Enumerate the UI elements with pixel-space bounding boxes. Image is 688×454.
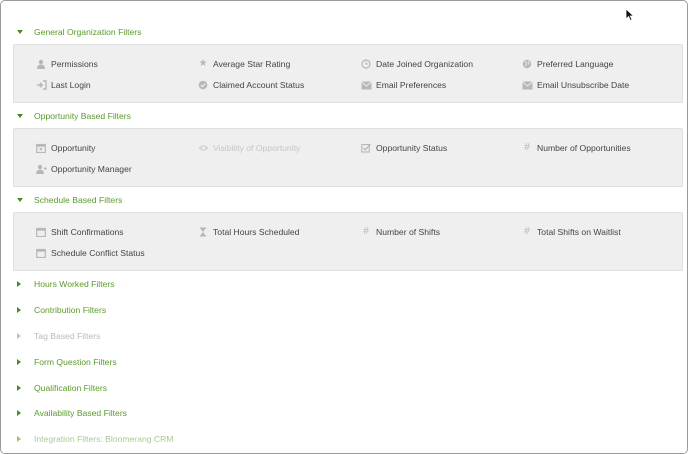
section-label: Availability Based Filters xyxy=(34,408,127,418)
filter-label: Average Star Rating xyxy=(213,59,291,69)
checkbox-icon xyxy=(359,141,373,155)
caret-right-icon xyxy=(17,410,21,416)
caret-right-icon xyxy=(17,436,21,442)
section-label: Opportunity Based Filters xyxy=(34,111,131,121)
filter-label: Permissions xyxy=(51,59,98,69)
section-label: Contribution Filters xyxy=(34,305,107,315)
schedule-based-panel: Shift Confirmations Total Hours Schedule… xyxy=(13,212,683,271)
calendar-icon xyxy=(34,225,48,239)
section-header-integration-bloomerang[interactable]: Integration Filters: Bloomerang CRM xyxy=(1,432,301,448)
calendar-icon xyxy=(34,141,48,155)
caret-right-icon xyxy=(17,385,21,391)
section-label: Hours Worked Filters xyxy=(34,279,115,289)
user-manager-icon xyxy=(34,162,48,176)
section-header-tag-based: Tag Based Filters xyxy=(1,329,301,345)
section-header-general-organization[interactable]: General Organization Filters xyxy=(1,25,301,41)
filter-date-joined-organization[interactable]: Date Joined Organization xyxy=(359,57,473,71)
filter-average-star-rating[interactable]: ★ Average Star Rating xyxy=(196,57,291,71)
filter-label: Total Hours Scheduled xyxy=(213,227,300,237)
envelope-icon xyxy=(520,78,534,92)
section-header-contribution[interactable]: Contribution Filters xyxy=(1,303,301,319)
hashtag-icon: # xyxy=(363,226,369,237)
section-header-availability-based[interactable]: Availability Based Filters xyxy=(1,406,301,422)
filter-opportunity-manager[interactable]: Opportunity Manager xyxy=(34,162,132,176)
filter-label: Shift Confirmations xyxy=(51,227,124,237)
caret-right-icon xyxy=(17,307,21,313)
envelope-icon xyxy=(359,78,373,92)
section-header-form-question[interactable]: Form Question Filters xyxy=(1,355,301,371)
filter-list-window: General Organization Filters Permissions… xyxy=(0,0,688,454)
filter-visibility-of-opportunity: Visibility of Opportunity xyxy=(196,141,300,155)
filter-shift-confirmations[interactable]: Shift Confirmations xyxy=(34,225,124,239)
filter-claimed-account-status[interactable]: Claimed Account Status xyxy=(196,78,304,92)
filter-label: Opportunity xyxy=(51,143,96,153)
star-icon: ★ xyxy=(198,58,208,69)
sign-in-icon xyxy=(34,78,48,92)
filter-total-shifts-on-waitlist[interactable]: # Total Shifts on Waitlist xyxy=(520,225,621,239)
section-label: Integration Filters: Bloomerang CRM xyxy=(34,434,174,444)
section-header-opportunity-based[interactable]: Opportunity Based Filters xyxy=(1,109,301,125)
hashtag-icon: # xyxy=(524,142,530,153)
person-icon xyxy=(34,57,48,71)
clock-icon xyxy=(359,57,373,71)
filter-last-login[interactable]: Last Login xyxy=(34,78,91,92)
filter-label: Preferred Language xyxy=(537,59,614,69)
caret-right-icon xyxy=(17,333,21,339)
section-label: Tag Based Filters xyxy=(34,331,101,341)
calendar-icon xyxy=(34,246,48,260)
filter-schedule-conflict-status[interactable]: Schedule Conflict Status xyxy=(34,246,145,260)
caret-down-icon xyxy=(17,30,23,34)
section-label: General Organization Filters xyxy=(34,27,142,37)
general-organization-panel: Permissions ★ Average Star Rating Date J… xyxy=(13,44,683,103)
filter-total-hours-scheduled[interactable]: Total Hours Scheduled xyxy=(196,225,299,239)
filter-label: Claimed Account Status xyxy=(213,80,305,90)
filter-number-of-opportunities[interactable]: # Number of Opportunities xyxy=(520,141,631,155)
opportunity-based-panel: Opportunity Visibility of Opportunity Op… xyxy=(13,128,683,187)
filter-label: Number of Opportunities xyxy=(537,143,631,153)
filter-permissions[interactable]: Permissions xyxy=(34,57,98,71)
filter-label: Schedule Conflict Status xyxy=(51,248,145,258)
eye-icon xyxy=(196,141,210,155)
hashtag-icon: # xyxy=(524,226,530,237)
filter-email-preferences[interactable]: Email Preferences xyxy=(359,78,446,92)
caret-right-icon xyxy=(17,281,21,287)
section-header-qualification[interactable]: Qualification Filters xyxy=(1,381,301,397)
caret-down-icon xyxy=(17,198,23,202)
filter-label: Date Joined Organization xyxy=(376,59,473,69)
filter-preferred-language[interactable]: Preferred Language xyxy=(520,57,613,71)
filter-label: Total Shifts on Waitlist xyxy=(537,227,621,237)
filter-opportunity-status[interactable]: Opportunity Status xyxy=(359,141,447,155)
caret-right-icon xyxy=(17,359,21,365)
section-label: Form Question Filters xyxy=(34,357,117,367)
filter-label: Visibility of Opportunity xyxy=(213,143,301,153)
filter-number-of-shifts[interactable]: # Number of Shifts xyxy=(359,225,440,239)
hourglass-icon xyxy=(196,225,210,239)
filter-label: Opportunity Manager xyxy=(51,164,132,174)
caret-down-icon xyxy=(17,114,23,118)
section-label: Schedule Based Filters xyxy=(34,195,123,205)
filter-label: Number of Shifts xyxy=(376,227,440,237)
filter-label: Opportunity Status xyxy=(376,143,448,153)
filter-label: Last Login xyxy=(51,80,91,90)
section-header-schedule-based[interactable]: Schedule Based Filters xyxy=(1,193,301,209)
globe-icon xyxy=(520,57,534,71)
section-header-hours-worked[interactable]: Hours Worked Filters xyxy=(1,277,301,293)
filter-email-unsubscribe-date[interactable]: Email Unsubscribe Date xyxy=(520,78,629,92)
section-label: Qualification Filters xyxy=(34,383,108,393)
filter-label: Email Unsubscribe Date xyxy=(537,80,630,90)
filter-label: Email Preferences xyxy=(376,80,447,90)
mouse-cursor-icon xyxy=(625,8,635,22)
check-circle-icon xyxy=(196,78,210,92)
filter-opportunity[interactable]: Opportunity xyxy=(34,141,95,155)
